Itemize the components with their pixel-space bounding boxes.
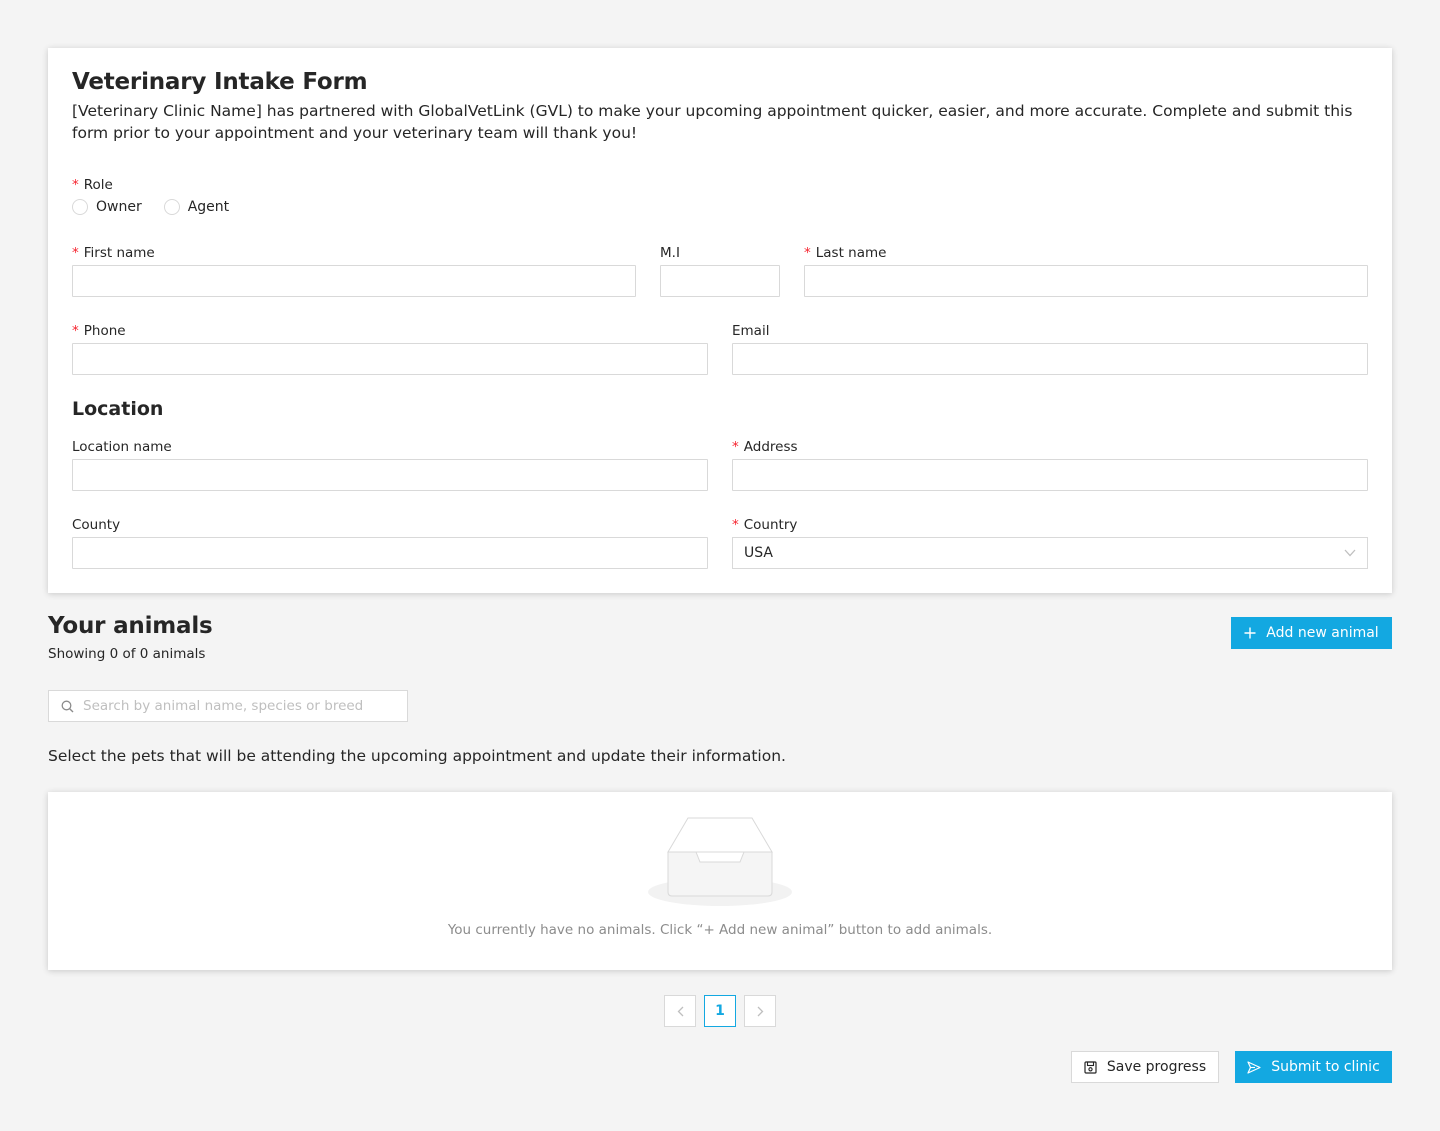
address-input[interactable] — [732, 459, 1368, 491]
animals-count: Showing 0 of 0 animals — [48, 646, 206, 662]
empty-state-text: You currently have no animals. Click “+ … — [447, 922, 993, 938]
save-icon — [1084, 1060, 1097, 1074]
radio-circle-icon[interactable] — [163, 199, 180, 215]
animals-instructions: Select the pets that will be attending t… — [48, 747, 786, 765]
location-section-title: Location — [72, 398, 164, 420]
role-option-agent[interactable]: Agent — [163, 199, 229, 215]
search-icon — [61, 700, 74, 713]
phone-label: * Phone — [72, 323, 126, 339]
submit-to-clinic-button[interactable]: Submit to clinic — [1235, 1051, 1392, 1083]
send-icon — [1247, 1060, 1261, 1074]
chevron-right-icon — [757, 1006, 764, 1017]
location-name-input[interactable] — [72, 459, 708, 491]
address-label: * Address — [732, 439, 798, 455]
chevron-left-icon — [677, 1006, 684, 1017]
required-marker: * — [72, 245, 79, 261]
first-name-input[interactable] — [72, 265, 636, 297]
pagination-page-1[interactable]: 1 — [704, 995, 736, 1027]
role-label: * Role — [72, 177, 113, 193]
empty-inbox-icon — [648, 816, 792, 912]
animal-search-input[interactable] — [83, 698, 393, 714]
required-marker: * — [72, 177, 79, 193]
email-label: Email — [732, 323, 770, 339]
animal-search[interactable] — [48, 690, 408, 722]
country-label: * Country — [732, 517, 798, 533]
form-title: Veterinary Intake Form — [72, 69, 368, 95]
phone-input[interactable] — [72, 343, 708, 375]
country-select[interactable]: USA — [732, 537, 1368, 569]
location-name-label: Location name — [72, 439, 172, 455]
email-input[interactable] — [732, 343, 1368, 375]
animals-list-empty: You currently have no animals. Click “+ … — [48, 792, 1392, 970]
county-input[interactable] — [72, 537, 708, 569]
required-marker: * — [732, 439, 739, 455]
chevron-down-icon — [1344, 545, 1356, 561]
required-marker: * — [72, 323, 79, 339]
role-radio-group: Owner Agent — [72, 199, 251, 215]
pagination-next-button[interactable] — [744, 995, 776, 1027]
mi-label: M.I — [660, 245, 680, 261]
required-marker: * — [804, 245, 811, 261]
intake-form-card: Veterinary Intake Form [Veterinary Clini… — [48, 48, 1392, 593]
animals-title: Your animals — [48, 613, 213, 639]
country-select-value: USA — [744, 545, 773, 561]
radio-circle-icon[interactable] — [72, 199, 88, 215]
first-name-label: * First name — [72, 245, 155, 261]
last-name-label: * Last name — [804, 245, 887, 261]
role-option-owner[interactable]: Owner — [72, 199, 142, 215]
mi-input[interactable] — [660, 265, 780, 297]
required-marker: * — [732, 517, 739, 533]
last-name-input[interactable] — [804, 265, 1368, 297]
county-label: County — [72, 517, 121, 533]
plus-icon — [1244, 627, 1256, 639]
save-progress-button[interactable]: Save progress — [1071, 1051, 1219, 1083]
add-new-animal-button[interactable]: Add new animal — [1231, 617, 1392, 649]
pagination-prev-button[interactable] — [664, 995, 696, 1027]
form-description: [Veterinary Clinic Name] has partnered w… — [72, 102, 1353, 142]
